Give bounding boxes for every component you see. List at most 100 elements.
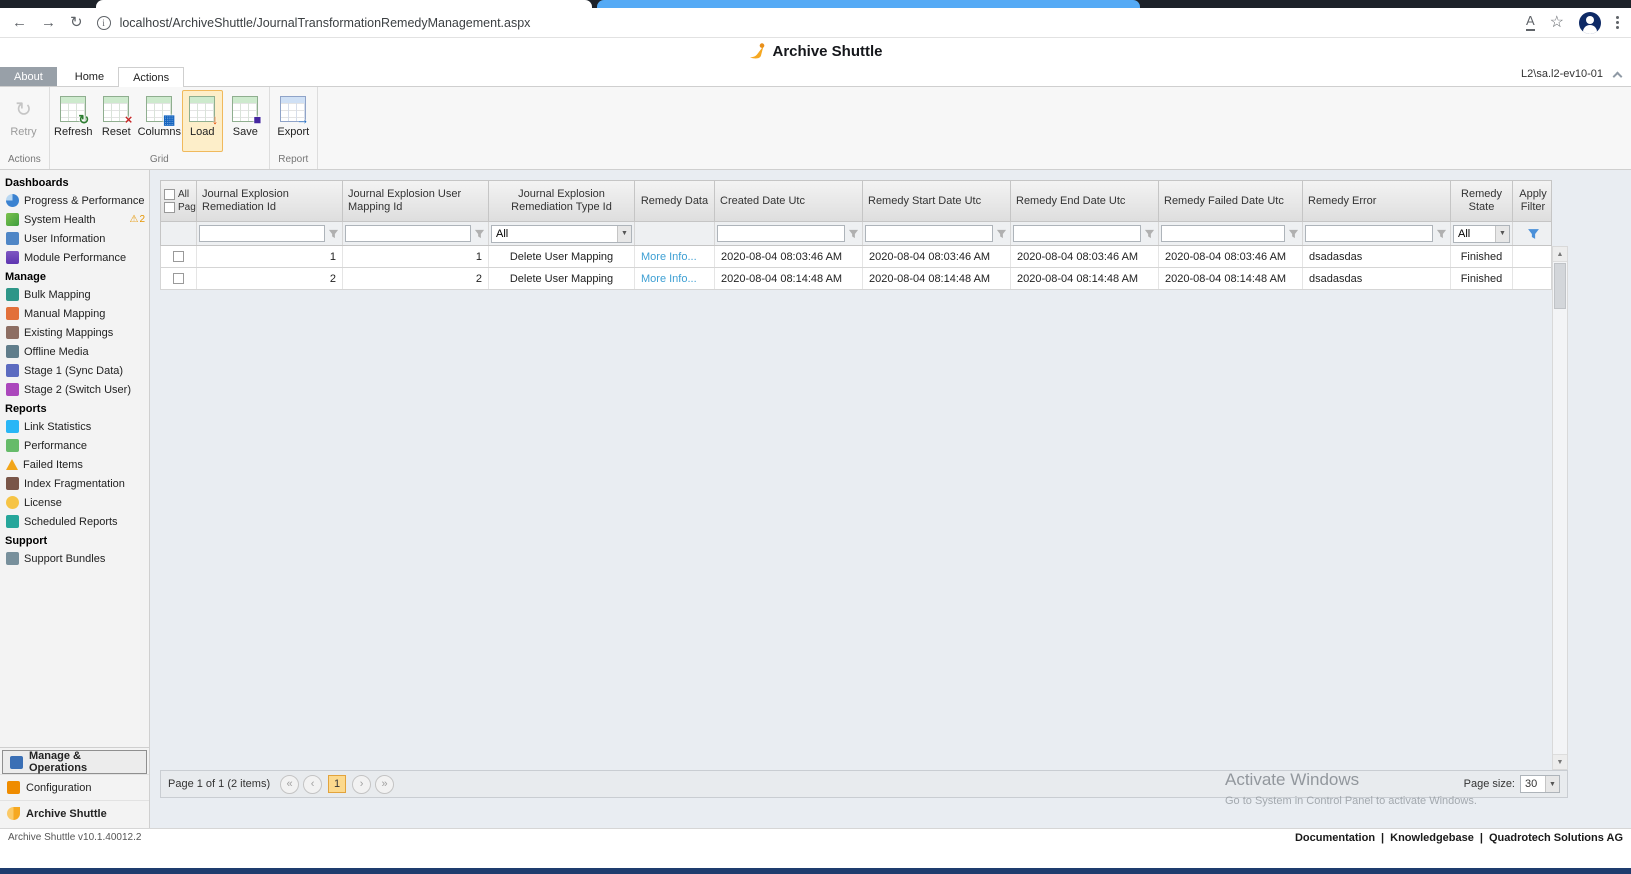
module-chart-icon <box>6 251 19 264</box>
apply-filter-icon[interactable] <box>1527 227 1540 240</box>
forward-icon[interactable]: → <box>41 15 56 30</box>
column-header-remedy-end-date[interactable]: Remedy End Date Utc <box>1011 181 1159 221</box>
filter-funnel-icon[interactable] <box>1287 228 1300 239</box>
filter-state-select[interactable]: All ▼ <box>1453 225 1510 243</box>
browser-active-tab[interactable] <box>96 0 592 8</box>
tab-about[interactable]: About <box>0 67 57 86</box>
prev-page-button[interactable]: ‹ <box>303 775 322 794</box>
company-link[interactable]: Quadrotech Solutions AG <box>1489 832 1623 844</box>
filter-created-date-input[interactable] <box>717 225 845 242</box>
browser-secondary-tab[interactable] <box>597 0 1140 8</box>
table-row[interactable]: 2 2 Delete User Mapping More Info... 202… <box>160 268 1552 290</box>
sidebar-item-user-information[interactable]: User Information <box>0 229 149 248</box>
sidebar-item-bulk-mapping[interactable]: Bulk Mapping <box>0 285 149 304</box>
bookmark-star-icon[interactable]: ☆ <box>1550 15 1564 31</box>
sidebar-item-stage-2[interactable]: Stage 2 (Switch User) <box>0 380 149 399</box>
column-header-remedy-error[interactable]: Remedy Error <box>1303 181 1451 221</box>
first-page-button[interactable]: « <box>280 775 299 794</box>
retry-button[interactable]: ↻ Retry <box>3 90 44 152</box>
sidebar-item-label: Performance <box>24 440 87 452</box>
page-size-select[interactable]: 30 ▼ <box>1520 775 1560 793</box>
current-page-button[interactable]: 1 <box>328 775 346 793</box>
next-page-button[interactable]: › <box>352 775 371 794</box>
filter-funnel-icon[interactable] <box>1143 228 1156 239</box>
scroll-up-icon[interactable]: ▲ <box>1553 247 1567 262</box>
sidebar-item-system-health[interactable]: System Health ⚠2 <box>0 210 149 229</box>
filter-funnel-icon[interactable] <box>1435 228 1448 239</box>
reset-button[interactable]: × Reset <box>96 90 137 152</box>
sidebar-item-license[interactable]: License <box>0 493 149 512</box>
sidebar-item-progress-performance[interactable]: Progress & Performance <box>0 191 149 210</box>
sidebar-item-configuration[interactable]: Configuration <box>0 774 149 800</box>
filter-end-date-input[interactable] <box>1013 225 1141 242</box>
filter-funnel-icon[interactable] <box>995 228 1008 239</box>
column-header-remediation-type-id[interactable]: Journal Explosion Remediation Type Id <box>489 181 635 221</box>
filter-funnel-icon[interactable] <box>473 228 486 239</box>
scrollbar-thumb[interactable] <box>1554 263 1566 309</box>
reload-icon[interactable]: ↻ <box>70 15 83 30</box>
select-page-checkbox[interactable] <box>164 202 175 213</box>
filter-funnel-icon[interactable] <box>847 228 860 239</box>
chevron-down-icon[interactable]: ▼ <box>1495 226 1509 242</box>
browser-tabstrip <box>0 0 1631 8</box>
sidebar-item-stage-1[interactable]: Stage 1 (Sync Data) <box>0 361 149 380</box>
sidebar-item-archive-shuttle[interactable]: Archive Shuttle <box>0 800 149 826</box>
export-button[interactable]: → Export <box>273 90 314 152</box>
filter-funnel-icon[interactable] <box>327 228 340 239</box>
vertical-scrollbar[interactable]: ▲ ▼ <box>1552 246 1568 770</box>
tab-home[interactable]: Home <box>61 67 118 86</box>
row-checkbox[interactable] <box>173 251 184 262</box>
url-bar[interactable]: i localhost/ArchiveShuttle/JournalTransf… <box>97 12 1512 34</box>
table-row[interactable]: 1 1 Delete User Mapping More Info... 202… <box>160 246 1552 268</box>
sidebar-item-scheduled-reports[interactable]: Scheduled Reports <box>0 512 149 531</box>
load-button[interactable]: ↓ Load <box>182 90 223 152</box>
sidebar-item-link-statistics[interactable]: Link Statistics <box>0 417 149 436</box>
more-info-link[interactable]: More Info... <box>635 268 715 289</box>
column-header-remedy-failed-date[interactable]: Remedy Failed Date Utc <box>1159 181 1303 221</box>
chevron-down-icon[interactable]: ▼ <box>1545 776 1559 792</box>
column-header-user-mapping-id[interactable]: Journal Explosion User Mapping Id <box>343 181 489 221</box>
select-all-checkbox[interactable] <box>164 189 175 200</box>
chevron-down-icon[interactable]: ▼ <box>617 226 631 242</box>
collapse-ribbon-icon[interactable] <box>1613 72 1623 82</box>
sidebar-item-support-bundles[interactable]: Support Bundles <box>0 549 149 568</box>
column-header-created-date[interactable]: Created Date Utc <box>715 181 863 221</box>
page-info-icon[interactable]: i <box>97 16 111 30</box>
column-header-remedy-data[interactable]: Remedy Data <box>635 181 715 221</box>
filter-type-value: All <box>496 228 508 240</box>
last-page-button[interactable]: » <box>375 775 394 794</box>
sidebar-item-module-performance[interactable]: Module Performance <box>0 248 149 267</box>
sidebar-item-manual-mapping[interactable]: Manual Mapping <box>0 304 149 323</box>
column-header-remedy-state[interactable]: Remedy State <box>1451 181 1513 221</box>
sidebar-item-performance[interactable]: Performance <box>0 436 149 455</box>
documentation-link[interactable]: Documentation <box>1295 832 1375 844</box>
sidebar-item-index-fragmentation[interactable]: Index Fragmentation <box>0 474 149 493</box>
row-checkbox[interactable] <box>173 273 184 284</box>
sidebar-item-failed-items[interactable]: Failed Items <box>0 455 149 474</box>
profile-avatar[interactable] <box>1579 12 1601 34</box>
translate-icon[interactable]: A <box>1526 14 1535 30</box>
refresh-button[interactable]: ↻ Refresh <box>53 90 94 152</box>
column-header-apply-filter[interactable]: Apply Filter <box>1513 181 1553 221</box>
browser-menu-icon[interactable] <box>1616 16 1619 29</box>
filter-failed-date-input[interactable] <box>1161 225 1285 242</box>
tab-actions[interactable]: Actions <box>118 67 184 87</box>
url-text[interactable]: localhost/ArchiveShuttle/JournalTransfor… <box>120 16 531 30</box>
sidebar-item-offline-media[interactable]: Offline Media <box>0 342 149 361</box>
back-icon[interactable]: ← <box>12 15 27 30</box>
knowledgebase-link[interactable]: Knowledgebase <box>1390 832 1474 844</box>
filter-error-input[interactable] <box>1305 225 1433 242</box>
more-info-link[interactable]: More Info... <box>635 246 715 267</box>
scroll-down-icon[interactable]: ▼ <box>1553 754 1567 769</box>
filter-start-date-input[interactable] <box>865 225 993 242</box>
column-header-remediation-id[interactable]: Journal Explosion Remediation Id <box>197 181 343 221</box>
filter-remediation-id-input[interactable] <box>199 225 325 242</box>
column-header-remedy-start-date[interactable]: Remedy Start Date Utc <box>863 181 1011 221</box>
filter-user-mapping-id-input[interactable] <box>345 225 471 242</box>
filter-type-select[interactable]: All ▼ <box>491 225 632 243</box>
sidebar-item-existing-mappings[interactable]: Existing Mappings <box>0 323 149 342</box>
sidebar-item-manage-operations[interactable]: Manage & Operations <box>2 750 147 774</box>
columns-button[interactable]: ▦ Columns <box>139 90 180 152</box>
save-button[interactable]: ■ Save <box>225 90 266 152</box>
cell-remedy-failed-date: 2020-08-04 08:03:46 AM <box>1159 246 1303 267</box>
